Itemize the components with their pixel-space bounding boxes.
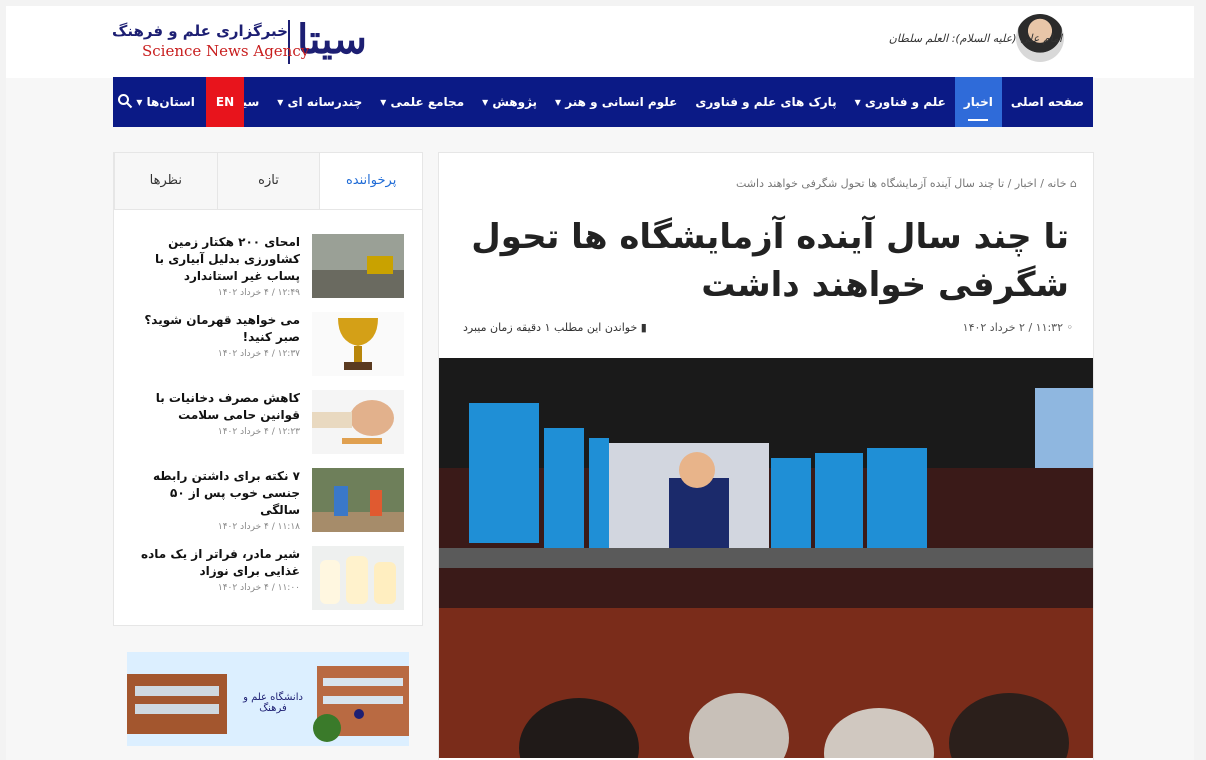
article-hero-image [439, 358, 1093, 758]
post-title[interactable]: شیر مادر، فراتر از یک ماده غذایی برای نو… [132, 546, 300, 580]
sidebar-tabs-widget: پرخواننده تازه نظرها امحای ۲۰۰ هکتار زمی… [113, 152, 423, 626]
nav-item-humanities-art[interactable]: علوم انسانی و هنر ▾ [546, 77, 686, 127]
nav-items: صفحه اصلی اخبار علم و فناوری ▾ پارک های … [127, 77, 1093, 127]
post-list: امحای ۲۰۰ هکتار زمین کشاورزی بدلیل آبیار… [114, 210, 422, 610]
post-date: ۱۲:۴۹ / ۴ خرداد ۱۴۰۲ [217, 288, 300, 298]
home-icon: ⌂ [1066, 177, 1077, 190]
language-en-button[interactable]: EN [206, 77, 244, 127]
nav-item-home[interactable]: صفحه اصلی [1002, 77, 1093, 127]
post-date: ۱۲:۳۷ / ۴ خرداد ۱۴۰۲ [217, 349, 300, 359]
post-title[interactable]: می خواهید قهرمان شوید؟ صبر کنید! [132, 312, 300, 346]
banner-text: دانشگاه علم و فرهنگ [243, 692, 303, 714]
list-item[interactable]: کاهش مصرف دخانیات با قوانین حامی سلامت ۱… [132, 390, 404, 454]
breadcrumb[interactable]: ⌂ خانه / اخبار / تا چند سال آینده آزمایش… [736, 177, 1077, 190]
logo-title-fa: خبرگزاری علم و فرهنگ [111, 22, 288, 40]
search-icon[interactable] [117, 93, 133, 109]
post-title[interactable]: امحای ۲۰۰ هکتار زمین کشاورزی بدلیل آبیار… [132, 234, 300, 285]
list-item[interactable]: شیر مادر، فراتر از یک ماده غذایی برای نو… [132, 546, 404, 610]
nav-item-research[interactable]: پژوهش ▾ [473, 77, 546, 127]
nav-item-provinces[interactable]: استان‌ها ▾ [127, 77, 204, 127]
post-date: ۱۱:۱۸ / ۴ خرداد ۱۴۰۲ [217, 522, 300, 532]
nav-item-news[interactable]: اخبار [954, 77, 1002, 127]
read-time: ▮ خواندن این مطلب ۱ دقیقه زمان میبرد [463, 321, 647, 334]
post-date: ۱۲:۲۳ / ۴ خرداد ۱۴۰۲ [217, 427, 300, 437]
post-thumbnail[interactable] [312, 234, 404, 298]
post-thumbnail[interactable] [312, 312, 404, 376]
tab-comments[interactable]: نظرها [113, 153, 217, 209]
nav-item-multimedia[interactable]: چندرسانه ای ▾ [268, 77, 371, 127]
post-title[interactable]: ۷ نکته برای داشتن رابطه جنسی خوب پس از ۵… [132, 468, 300, 519]
list-item[interactable]: امحای ۲۰۰ هکتار زمین کشاورزی بدلیل آبیار… [132, 234, 404, 298]
widget-tabs: پرخواننده تازه نظرها [113, 153, 422, 210]
post-thumbnail[interactable] [312, 390, 404, 454]
post-date: ۱۱:۰۰ / ۴ خرداد ۱۴۰۲ [217, 583, 300, 593]
post-title[interactable]: کاهش مصرف دخانیات با قوانین حامی سلامت [132, 390, 300, 424]
header-quote: امام علی (علیه السلام): العلم سلطان [888, 32, 1062, 45]
page: سیتا خبرگزاری علم و فرهنگ Science News A… [6, 6, 1194, 760]
article-title: تا چند سال آینده آزمایشگاه ها تحول شگرفی… [471, 217, 1069, 305]
post-thumbnail[interactable] [312, 468, 404, 532]
logo-title-en: Science News Agency [142, 42, 310, 60]
bookmark-icon: ▮ [637, 321, 647, 334]
university-banner[interactable]: دانشگاه علم و فرهنگ [127, 652, 409, 746]
nav-item-science-tech[interactable]: علم و فناوری ▾ [846, 77, 955, 127]
nav-item-scientific-societies[interactable]: مجامع علمی ▾ [371, 77, 473, 127]
list-item[interactable]: می خواهید قهرمان شوید؟ صبر کنید! ۱۲:۳۷ /… [132, 312, 404, 376]
site-logo[interactable]: سیتا خبرگزاری علم و فرهنگ Science News A… [112, 16, 372, 68]
tab-popular[interactable]: پرخواننده [319, 153, 422, 209]
article-card: ⌂ خانه / اخبار / تا چند سال آینده آزمایش… [438, 152, 1094, 760]
post-thumbnail[interactable] [312, 546, 404, 610]
list-item[interactable]: ۷ نکته برای داشتن رابطه جنسی خوب پس از ۵… [132, 468, 404, 532]
site-header: سیتا خبرگزاری علم و فرهنگ Science News A… [6, 6, 1194, 78]
main-nav: صفحه اصلی اخبار علم و فناوری ▾ پارک های … [113, 77, 1093, 127]
nav-item-science-parks[interactable]: پارک های علم و فناوری [686, 77, 845, 127]
clock-icon: ◦ [1063, 321, 1073, 334]
article-date: ◦ ۱۱:۳۲ / ۲ خرداد ۱۴۰۲ [962, 321, 1073, 334]
tab-recent[interactable]: تازه [216, 153, 320, 209]
